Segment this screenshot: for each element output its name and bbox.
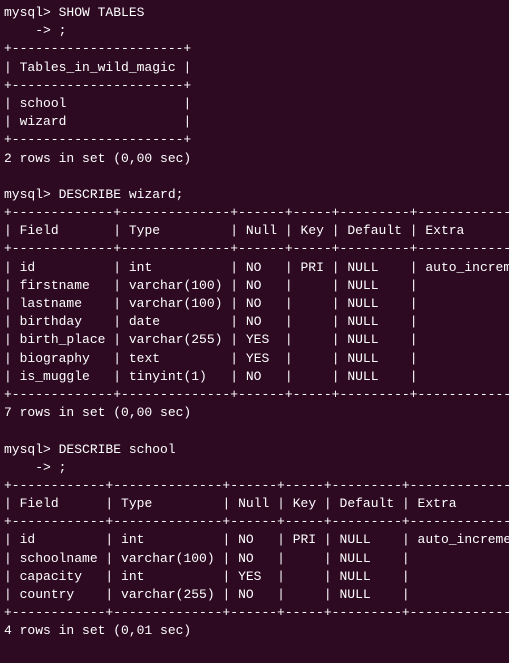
table-describe-school: +------------+--------------+------+----…	[4, 478, 509, 620]
semicolon: ;	[59, 23, 67, 38]
table-describe-wizard: +-------------+--------------+------+---…	[4, 205, 509, 402]
prompt: mysql>	[4, 5, 51, 20]
prompt: mysql>	[4, 442, 51, 457]
result-summary: 4 rows in set (0,01 sec)	[4, 623, 191, 638]
command: SHOW TABLES	[59, 5, 145, 20]
continuation: ->	[4, 23, 51, 38]
result-summary: 7 rows in set (0,00 sec)	[4, 405, 191, 420]
command: DESCRIBE school	[59, 442, 176, 457]
continuation: ->	[4, 460, 51, 475]
command: DESCRIBE wizard;	[59, 187, 184, 202]
semicolon: ;	[59, 460, 67, 475]
result-summary: 2 rows in set (0,00 sec)	[4, 151, 191, 166]
prompt: mysql>	[4, 187, 51, 202]
table-show-tables: +----------------------+ | Tables_in_wil…	[4, 41, 191, 147]
terminal-output: mysql> SHOW TABLES -> ; +---------------…	[4, 5, 509, 638]
